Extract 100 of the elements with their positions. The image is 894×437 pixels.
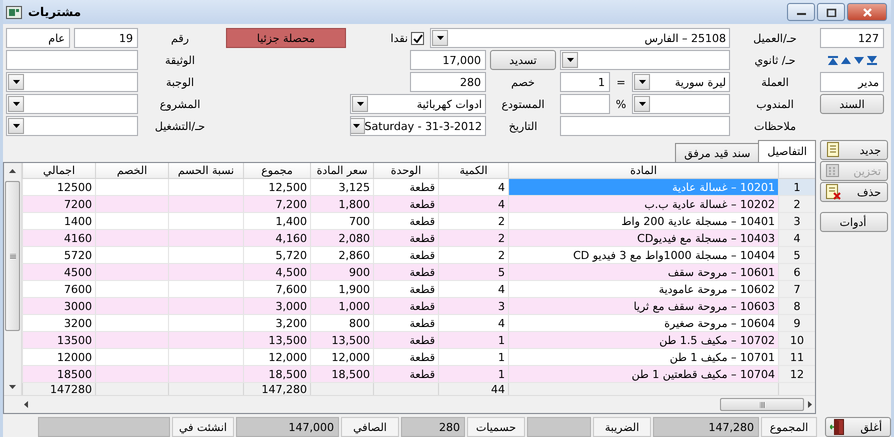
table-cell: 13,500: [243, 332, 310, 349]
table-cell: 18,500: [310, 366, 373, 383]
field-label: التاريخ: [508, 120, 538, 132]
column-header[interactable]: المادة: [508, 163, 778, 179]
field-label: خصم: [511, 76, 535, 88]
side-button[interactable]: حذف: [820, 182, 888, 202]
table-cell: 13,500: [310, 332, 373, 349]
dropdown-field[interactable]: ادوات كهربائية: [350, 94, 486, 114]
symbol-label: =: [616, 76, 626, 88]
field-label: ملاحظات: [754, 120, 796, 132]
status-value: 280: [401, 417, 465, 437]
field-label: العملة: [761, 76, 789, 88]
row-number: 2: [778, 196, 815, 213]
table-cell: 1: [438, 332, 508, 349]
table-cell: 1,000: [310, 298, 373, 315]
status-label: الضريبة: [593, 417, 651, 437]
text-field[interactable]: 280: [410, 72, 486, 92]
checkbox-label[interactable]: نقدا: [390, 32, 408, 44]
table-cell[interactable]: 10704 – مكيف قطعتين 1 طن: [508, 366, 778, 383]
symbol-label: %: [616, 98, 626, 110]
total-cell: 147280: [22, 383, 95, 395]
table-cell: 2: [438, 230, 508, 247]
table-cell: قطعة: [373, 298, 438, 315]
table-cell[interactable]: 10202 – غسالة عادية ب.ب: [508, 196, 778, 213]
table-cell: 1: [438, 366, 508, 383]
column-header[interactable]: الوحدة: [373, 163, 438, 179]
side-button[interactable]: جديد: [820, 140, 888, 160]
table-cell[interactable]: 10403 – مسجلة مع فيديوCD: [508, 230, 778, 247]
table-cell: 5: [438, 264, 508, 281]
text-field[interactable]: مدير: [820, 72, 884, 92]
row-number: 4: [778, 230, 815, 247]
field-label: حـ/التشغيل: [154, 120, 206, 132]
column-header[interactable]: الخصم: [95, 163, 168, 179]
total-cell: 44: [438, 383, 508, 395]
dropdown-field[interactable]: 25108 – الفارس: [430, 28, 730, 48]
window-title: مشتريات: [28, 5, 82, 19]
row-number: 3: [778, 213, 815, 230]
field-label: الوثيقة: [165, 54, 195, 66]
row-number: 5: [778, 247, 815, 264]
column-header[interactable]: مجموع: [243, 163, 310, 179]
row-number: 12: [778, 366, 815, 383]
table-cell: 4500: [22, 264, 95, 281]
field-label: المستودع: [501, 98, 545, 110]
table-cell: 4,160: [243, 230, 310, 247]
status-label: الصافي: [341, 417, 399, 437]
column-header[interactable]: نسبة الحسم: [168, 163, 243, 179]
table-cell[interactable]: 10601 – مروحة سقف: [508, 264, 778, 281]
tab[interactable]: التفاصيل: [758, 140, 816, 162]
table-cell: 3: [438, 298, 508, 315]
table-cell: قطعة: [373, 230, 438, 247]
table-cell: قطعة: [373, 264, 438, 281]
field-label: المشروع: [160, 98, 200, 110]
table-cell: 18,500: [243, 366, 310, 383]
row-number: 8: [778, 298, 815, 315]
row-number: 11: [778, 349, 815, 366]
table-cell: قطعة: [373, 196, 438, 213]
table-cell: 3,000: [243, 298, 310, 315]
table-cell: قطعة: [373, 366, 438, 383]
total-cell: 147,280: [243, 383, 310, 395]
table-cell[interactable]: 10603 – مروحة سقف مع ثريا: [508, 298, 778, 315]
status-value: 147,280: [653, 417, 759, 437]
text-field[interactable]: 127: [820, 28, 884, 48]
row-number: 1: [778, 179, 815, 196]
table-cell: 4,500: [243, 264, 310, 281]
table-cell: 3000: [22, 298, 95, 315]
row-number: 10: [778, 332, 815, 349]
status-label: المجموع: [761, 417, 817, 437]
table-cell: 13500: [22, 332, 95, 349]
row-number: 7: [778, 281, 815, 298]
table-cell[interactable]: 10702 – مكيف 1.5 طن: [508, 332, 778, 349]
table-cell: 4160: [22, 230, 95, 247]
table-cell: قطعة: [373, 332, 438, 349]
table-cell: 2,080: [310, 230, 373, 247]
field-label: حـ/ ثانوي: [754, 54, 796, 66]
form-button[interactable]: تسديد: [490, 50, 556, 70]
tab[interactable]: سند قيد مرفق: [675, 143, 760, 162]
row-number: 9: [778, 315, 815, 332]
text-field[interactable]: 19: [74, 28, 138, 48]
text-field[interactable]: 17,000: [410, 50, 486, 70]
status-badge: محصلة جزئيا: [226, 28, 346, 48]
column-header[interactable]: اجمالي: [22, 163, 95, 179]
table-cell: 4: [438, 196, 508, 213]
dropdown-field[interactable]: ليرة سورية: [632, 72, 730, 92]
text-field[interactable]: 1: [560, 72, 610, 92]
field-label: رقم: [171, 32, 189, 44]
close-button[interactable]: أغلق: [825, 417, 891, 437]
status-value: 147,000: [236, 417, 339, 437]
column-header[interactable]: سعر المادة: [310, 163, 373, 179]
side-button[interactable]: أدوات: [820, 212, 888, 232]
row-number: 6: [778, 264, 815, 281]
table-cell: 900: [310, 264, 373, 281]
table-cell: 7,200: [243, 196, 310, 213]
field-label: حـ/العميل: [753, 32, 797, 44]
status-label: انشئت في: [172, 417, 234, 437]
field-label: الوجبة: [166, 76, 194, 88]
text-field[interactable]: عام: [6, 28, 70, 48]
column-header[interactable]: الكمية: [438, 163, 508, 179]
dropdown-field[interactable]: Saturday - 31-3-2012: [350, 116, 486, 136]
form-button[interactable]: السند: [820, 94, 884, 114]
field-label: المندوب: [756, 98, 794, 110]
